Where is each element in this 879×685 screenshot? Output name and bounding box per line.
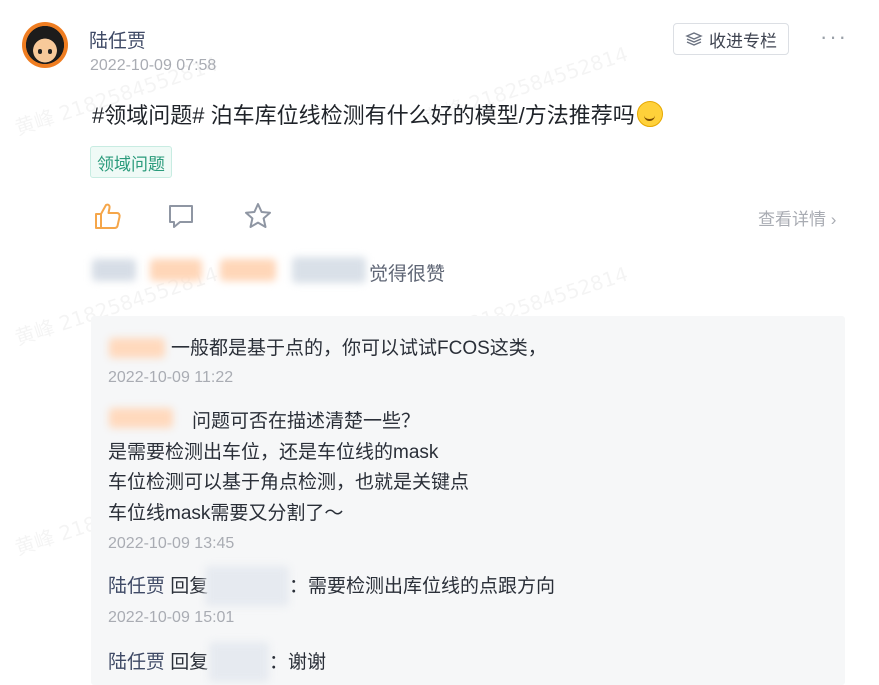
liker-list[interactable] — [80, 245, 370, 291]
comments-panel: 一般都是基于点的，你可以试试FCOS这类， 2022-10-09 11:22 问… — [91, 316, 845, 685]
post-author[interactable]: 陆任贾 — [89, 26, 146, 53]
collect-button-label: 收进专栏 — [709, 31, 777, 51]
blurred-liker — [292, 257, 366, 283]
chevron-right-icon: › — [830, 210, 837, 229]
comment-icon[interactable] — [166, 201, 196, 231]
comment-text: 车位检测可以基于角点检测，也就是关键点 — [108, 472, 470, 493]
reply-author[interactable]: 陆任贾 — [108, 576, 165, 597]
topic-tag[interactable]: 领域问题 — [90, 146, 172, 178]
reply-word: 回复 — [170, 576, 209, 597]
reply-text: 陆任贾 回复 — [108, 572, 208, 602]
avatar[interactable] — [22, 22, 68, 68]
blurred-reply-target — [205, 566, 289, 606]
blurred-liker — [92, 259, 136, 281]
comment-timestamp: 2022-10-09 15:01 — [108, 609, 235, 626]
comment-timestamp: 2022-10-09 13:45 — [108, 535, 235, 552]
blurred-commenter — [109, 408, 173, 428]
blurred-commenter — [109, 338, 165, 358]
reply-content: ：谢谢 — [269, 652, 327, 673]
smile-emoji-icon — [636, 101, 663, 127]
collect-icon — [685, 32, 703, 46]
comment-text: 车位线mask需要又分割了～ — [108, 503, 344, 524]
post-content: #领域问题# 泊车库位线检测有什么好的模型/方法推荐吗 — [92, 98, 663, 130]
thumbs-up-icon[interactable] — [92, 201, 122, 231]
post-timestamp: 2022-10-09 07:58 — [90, 57, 217, 74]
view-details-link[interactable]: 查看详情 › — [758, 205, 836, 230]
blurred-liker — [150, 259, 202, 281]
comment-text: 是需要检测出车位，还是车位线的mask — [108, 442, 439, 463]
blurred-liker — [220, 259, 276, 281]
more-options-button[interactable]: ··· — [820, 24, 848, 50]
star-icon[interactable] — [243, 201, 273, 231]
view-details-label: 查看详情 — [758, 210, 826, 229]
reply-word: 回复 — [170, 652, 209, 673]
reply-content: ：需要检测出库位线的点跟方向 — [289, 576, 556, 597]
post-text: #领域问题# 泊车库位线检测有什么好的模型/方法推荐吗 — [92, 103, 635, 128]
comment-timestamp: 2022-10-09 11:22 — [108, 369, 234, 386]
reply-author[interactable]: 陆任贾 — [108, 652, 165, 673]
blurred-reply-target — [209, 642, 269, 682]
comment-text: 一般都是基于点的，你可以试试FCOS这类， — [171, 338, 547, 359]
reply-text: 陆任贾 回复 — [108, 648, 208, 678]
comment-text: 问题可否在描述清楚一些？ — [192, 411, 421, 432]
collect-to-column-button[interactable]: 收进专栏 — [673, 23, 789, 55]
likes-summary: 觉得很赞 — [369, 264, 446, 285]
